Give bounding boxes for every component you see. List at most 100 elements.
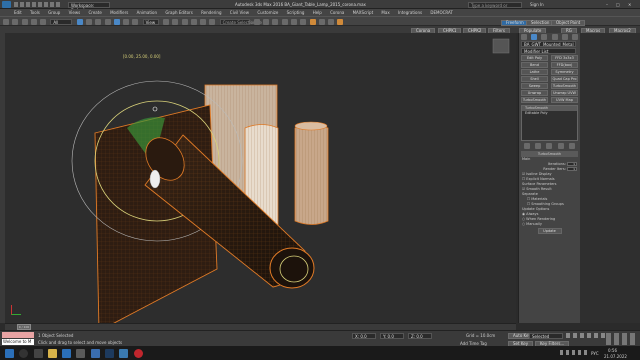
reference-coordinate-dropdown[interactable]: View [142, 18, 159, 25]
rotate-icon[interactable] [123, 18, 130, 25]
unlink-icon[interactable] [30, 18, 37, 25]
clock-time[interactable]: 0:56 [608, 348, 617, 353]
modify-tab-icon[interactable] [531, 34, 538, 40]
stack-item-editable-poly[interactable]: Editable Poly [522, 111, 577, 116]
modifier-list-dropdown[interactable]: Modifier List [521, 48, 576, 54]
menu-maxscript[interactable]: MAXScript [353, 9, 374, 16]
sign-in-link[interactable]: Sign In [530, 2, 544, 7]
menu-modifiers[interactable]: Modifiers [110, 9, 128, 16]
search-icon[interactable] [19, 348, 29, 358]
render-setup-icon[interactable] [318, 18, 325, 25]
mod-button-quad-cap[interactable]: Quad Cap Pro [551, 76, 578, 82]
viewcube-icon[interactable] [492, 38, 510, 54]
task-view-icon[interactable] [33, 348, 43, 358]
iterations-spinner[interactable]: 1 [567, 162, 577, 166]
make-unique-icon[interactable] [546, 143, 553, 149]
photoshop-icon[interactable] [104, 348, 114, 358]
mod-button-unwrap-uvw[interactable]: Unwrap UVW [551, 90, 578, 96]
pivot-center-icon[interactable] [162, 18, 169, 25]
layer-manager-icon[interactable] [272, 18, 279, 25]
render-teapot-icon[interactable] [337, 18, 344, 25]
app-logo-icon[interactable] [2, 1, 11, 8]
mod-button-turbosmooth-a[interactable]: TurboSmooth [551, 83, 578, 89]
menu-graph-editors[interactable]: Graph Editors [165, 9, 192, 16]
pin-stack-icon[interactable] [523, 143, 530, 149]
menu-civil-view[interactable]: Civil View [230, 9, 249, 16]
window-crossing-icon[interactable] [104, 18, 111, 25]
menu-max[interactable]: Max [381, 9, 389, 16]
modifier-stack[interactable]: TurboSmooth Editable Poly [521, 105, 578, 141]
selection-filter-dropdown[interactable]: All [50, 18, 73, 25]
percent-snap-icon[interactable] [190, 18, 197, 25]
schematic-view-icon[interactable] [300, 18, 307, 25]
manually-radio[interactable]: ○ Manually [522, 222, 577, 227]
link-icon[interactable] [21, 18, 28, 25]
menu-views[interactable]: Views [69, 9, 81, 16]
key-selection-dropdown[interactable]: Selected [529, 332, 563, 339]
mod-button-shell[interactable]: Shell [521, 76, 548, 82]
spinner-snap-icon[interactable] [200, 18, 207, 25]
store-icon[interactable] [90, 348, 100, 358]
object-name-field[interactable]: BA_GWT_Mounted_Metal_0206 [521, 41, 576, 47]
menu-scripting[interactable]: Scripting [287, 9, 305, 16]
rectangular-selection-icon[interactable] [95, 18, 102, 25]
hierarchy-tab-icon[interactable] [541, 34, 548, 40]
browser-icon[interactable] [62, 348, 72, 358]
viewport-scene[interactable]: [0.00, 25.00, 0.00] [5, 33, 516, 323]
mail-icon[interactable] [76, 348, 86, 358]
clock-date[interactable]: 21.07.2022 [604, 354, 627, 359]
quick-access-icons[interactable] [14, 2, 62, 7]
menu-animation[interactable]: Animation [137, 9, 157, 16]
mod-button-bend[interactable]: Bend [521, 62, 548, 68]
mod-button-ffd-box[interactable]: FFD(box) [551, 62, 578, 68]
remove-modifier-icon[interactable] [557, 143, 564, 149]
select-object-icon[interactable] [76, 18, 83, 25]
snaps-toggle-icon[interactable] [172, 18, 179, 25]
3dsmax-taskbar-icon[interactable] [119, 348, 129, 358]
redo-icon[interactable] [12, 18, 19, 25]
system-tray-icons[interactable] [560, 350, 588, 355]
configure-sets-icon[interactable] [569, 143, 576, 149]
undo-icon[interactable] [3, 18, 9, 25]
playback-controls[interactable] [566, 333, 606, 338]
workspace-dropdown[interactable]: Workspace: Default [68, 1, 110, 13]
graphite-toggle-icon[interactable] [281, 18, 288, 25]
viewport-nav-controls[interactable] [606, 333, 638, 345]
minimize-button[interactable]: – [606, 2, 608, 7]
z-coordinate-field[interactable]: Z: 0.0 [408, 332, 432, 339]
x-coordinate-field[interactable]: X: 0.0 [352, 332, 376, 339]
menu-group[interactable]: Group [48, 9, 60, 16]
mod-button-uvw-map[interactable]: UVW Map [551, 97, 578, 103]
rendered-frame-window-icon[interactable] [328, 18, 335, 25]
edit-named-selection-icon[interactable] [209, 18, 216, 25]
update-button[interactable]: Update [537, 228, 562, 234]
opera-icon[interactable] [133, 348, 143, 358]
mod-button-edit-poly[interactable]: Edit Poly [521, 55, 548, 61]
show-end-result-icon[interactable] [535, 143, 542, 149]
create-tab-icon[interactable] [521, 34, 527, 40]
scale-icon[interactable] [132, 18, 139, 25]
lamp-connector[interactable] [149, 169, 161, 189]
time-slider[interactable]: 0 / 100 [5, 323, 516, 330]
bind-space-warp-icon[interactable] [40, 18, 47, 25]
align-icon[interactable] [263, 18, 270, 25]
mod-button-sweep[interactable]: Sweep [521, 83, 548, 89]
maxscript-listener-field[interactable]: Welcome to M [2, 339, 34, 345]
material-editor-icon[interactable] [309, 18, 316, 25]
close-button[interactable]: ✕ [628, 2, 631, 7]
tab-object-paint[interactable]: Object Paint [551, 19, 586, 26]
named-selection-dropdown[interactable]: Create Selection Se [219, 18, 262, 25]
menu-rendering[interactable]: Rendering [201, 9, 221, 16]
menu-customize[interactable]: Customize [257, 9, 278, 16]
angle-snap-icon[interactable] [181, 18, 188, 25]
menu-integrations[interactable]: Integrations [398, 9, 422, 16]
maximize-button[interactable]: □ [616, 2, 620, 7]
curve-editor-icon[interactable] [291, 18, 298, 25]
render-iters-spinner[interactable]: 1 [567, 167, 577, 171]
mod-button-symmetry[interactable]: Symmetry [551, 69, 578, 75]
move-icon[interactable] [113, 18, 120, 25]
select-by-name-icon[interactable] [85, 18, 92, 25]
search-input[interactable]: Type a keyword or phrase [468, 1, 522, 13]
mod-button-unwrap[interactable]: Unwrap [521, 90, 548, 96]
utilities-tab-icon[interactable] [571, 34, 578, 40]
